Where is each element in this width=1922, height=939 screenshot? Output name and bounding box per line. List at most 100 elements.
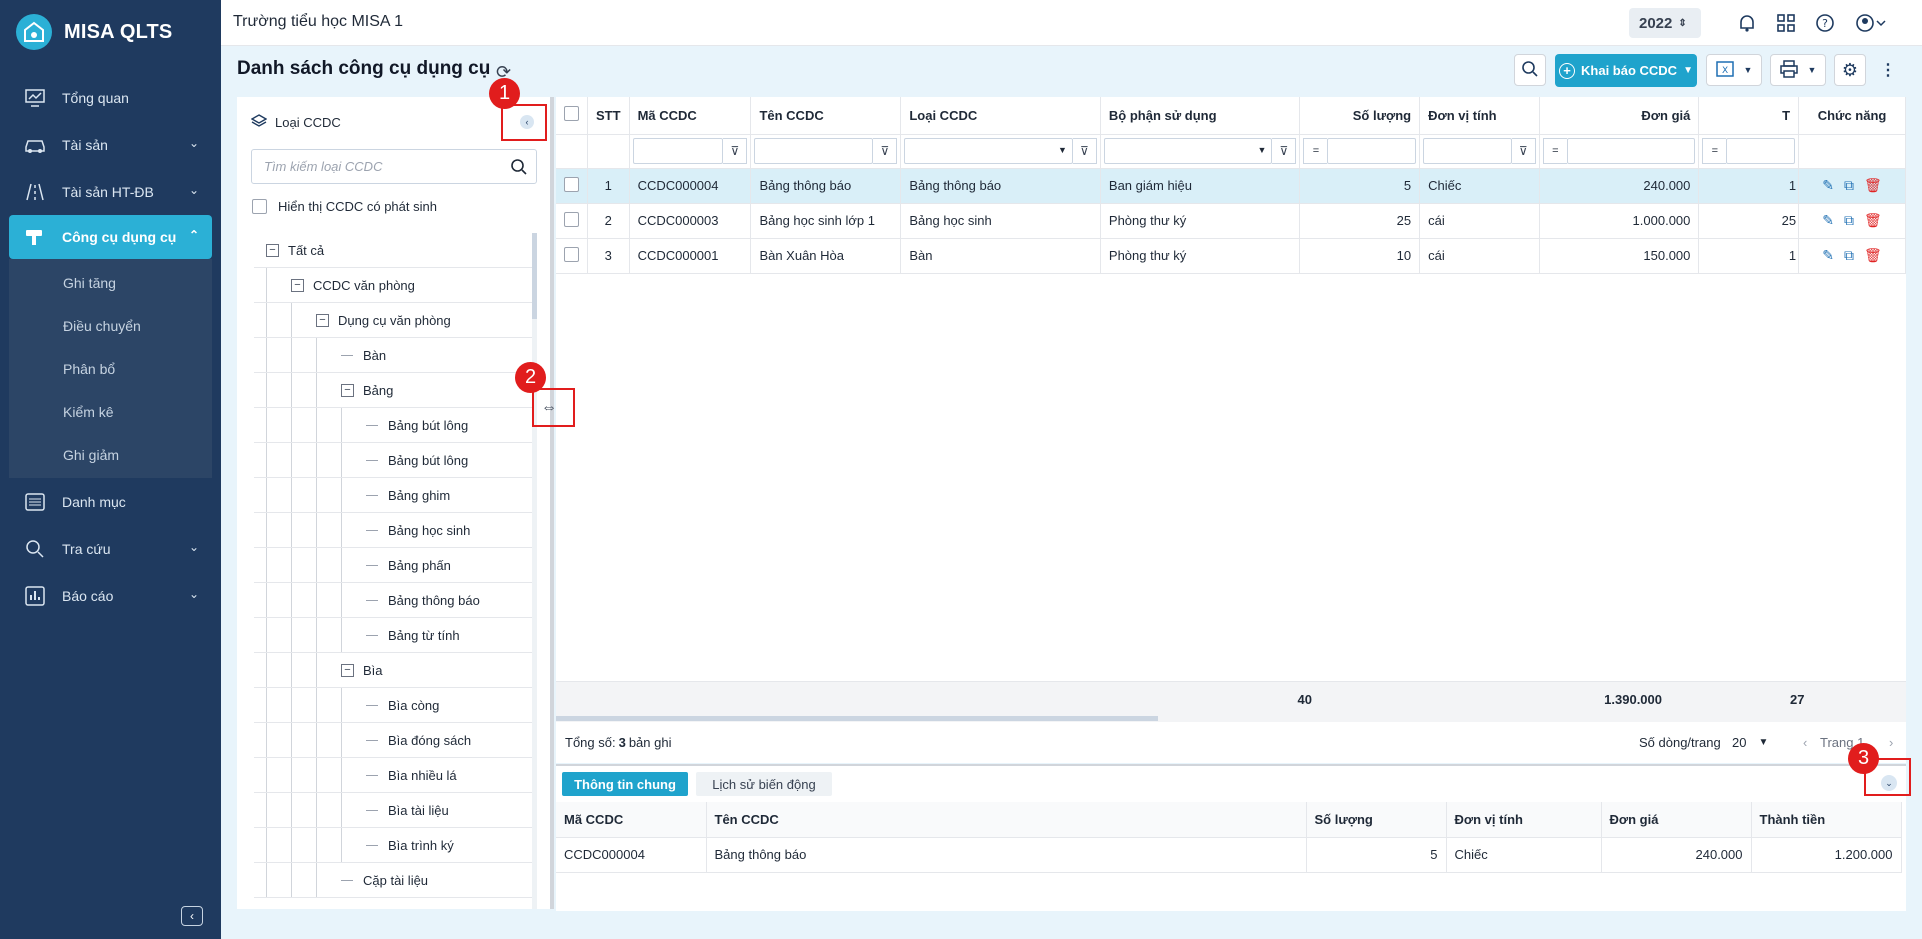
col-header-total[interactable]: T [1698,97,1800,135]
more-options-button[interactable]: ⋮ [1874,54,1902,86]
col-header-price[interactable]: Đơn giá [1539,97,1700,135]
collapse-toggle-icon[interactable]: − [291,278,304,292]
sidebar-item-tools[interactable]: Công cụ dụng cụ ⌃ [9,215,212,259]
copy-icon[interactable]: ⧉ [1844,247,1854,264]
checkbox[interactable] [252,199,267,214]
tree-node[interactable]: Bìa tài liệu [254,793,532,828]
submenu-item-inventory[interactable]: Kiểm kê [9,390,212,433]
edit-icon[interactable]: ✎ [1822,247,1834,264]
filter-unit-input[interactable] [1423,138,1512,164]
submenu-item-decrease[interactable]: Ghi giảm [9,433,212,476]
show-arising-checkbox[interactable]: Hiển thị CCDC có phát sinh [252,199,437,214]
tree-node[interactable]: − Dụng cụ văn phòng [254,303,532,338]
tree-node[interactable]: Cặp tài liệu [254,863,532,898]
tree-node[interactable]: − Bảng [254,373,532,408]
delete-icon[interactable]: 🗑 [1864,212,1882,229]
filter-total-input[interactable] [1726,138,1796,164]
scroll-thumb[interactable] [532,233,537,319]
row-checkbox-cell[interactable] [556,203,588,239]
cell-actions[interactable]: ✎ ⧉ 🗑 [1798,168,1906,204]
tree-node[interactable]: Bìa nhiều lá [254,758,532,793]
filter-icon[interactable]: ⊽ [723,138,748,164]
tree-node[interactable]: Bảng từ tính [254,618,532,653]
search-icon[interactable] [510,158,528,179]
row-checkbox[interactable] [564,246,579,262]
col-header-dept[interactable]: Bộ phận sử dụng [1100,97,1301,135]
sidebar-item-reports[interactable]: Báo cáo ⌄ [0,572,221,619]
help-icon[interactable]: ? [1813,11,1837,35]
prev-page-icon[interactable]: ‹ [1803,735,1807,750]
rows-per-page-select[interactable]: 20 ▼ [1732,735,1768,750]
col-header-name[interactable]: Tên CCDC [750,97,902,135]
tree-node[interactable]: − CCDC văn phòng [254,268,532,303]
tree-node[interactable]: Bìa còng [254,688,532,723]
search-button[interactable] [1514,54,1546,86]
tree-node[interactable]: Bảng học sinh [254,513,532,548]
select-all-checkbox[interactable] [564,106,579,122]
brand[interactable]: MISA QLTS [0,0,221,64]
col-header-type[interactable]: Loại CCDC [900,97,1101,135]
collapse-toggle-icon[interactable]: − [266,243,279,257]
tree-node[interactable]: Bìa đóng sách [254,723,532,758]
tree-node[interactable]: Bìa trình ký [254,828,532,863]
sidebar-item-infrastructure[interactable]: Tài sản HT-ĐB ⌄ [0,168,221,215]
sidebar-item-assets[interactable]: Tài sản ⌄ [0,121,221,168]
next-page-icon[interactable]: › [1889,735,1893,750]
filter-icon[interactable]: ⊽ [1072,138,1097,164]
col-header-unit[interactable]: Đơn vị tính [1419,97,1540,135]
filter-type-select[interactable]: ▼ [904,138,1073,164]
filter-icon[interactable]: ⊽ [1272,138,1297,164]
sidebar-item-overview[interactable]: Tổng quan [0,74,221,121]
sidebar-item-catalog[interactable]: Danh mục [0,478,221,525]
tree-node[interactable]: − Tất cả [254,233,532,268]
settings-button[interactable]: ⚙ [1834,54,1866,86]
filter-code-input[interactable] [632,138,724,164]
tab-general-info[interactable]: Thông tin chung [562,772,688,796]
filter-operator[interactable]: = [1702,138,1727,164]
table-row[interactable]: 1 CCDC000004 Bảng thông báo Bảng thông báo B… [556,168,1906,204]
cell-actions[interactable]: ✎ ⧉ 🗑 [1798,238,1906,274]
sidebar-item-lookup[interactable]: Tra cứu ⌄ [0,525,221,572]
tab-change-history[interactable]: Lịch sử biến động [696,772,832,796]
row-checkbox[interactable] [564,211,579,227]
print-button[interactable]: ▼ [1770,54,1826,86]
row-checkbox-cell[interactable] [556,238,588,274]
filter-operator[interactable]: = [1542,138,1567,164]
submenu-item-transfer[interactable]: Điều chuyển [9,304,212,347]
panel-splitter[interactable] [550,97,554,909]
filter-name-input[interactable] [754,138,874,164]
select-all-cell[interactable] [556,97,588,135]
collapse-toggle-icon[interactable]: − [341,383,354,397]
filter-dept-select[interactable]: ▼ [1103,138,1273,164]
year-select[interactable]: 2022 ⇕ [1629,8,1701,38]
col-header-stt[interactable]: STT [587,97,630,135]
excel-export-button[interactable]: X ▼ [1706,54,1762,86]
filter-icon[interactable]: ⊽ [1511,138,1536,164]
apps-grid-icon[interactable] [1774,11,1798,35]
tree-node[interactable]: − Bìa [254,653,532,688]
filter-icon[interactable]: ⊽ [873,138,898,164]
filter-price-input[interactable] [1566,138,1696,164]
row-checkbox[interactable] [564,176,579,192]
table-row[interactable]: 2 CCDC000003 Bảng học sinh lớp 1 Bảng học s… [556,203,1906,239]
submenu-item-increase[interactable]: Ghi tăng [9,261,212,304]
collapse-toggle-icon[interactable]: − [316,313,329,327]
user-menu-icon[interactable] [1854,11,1888,35]
tree-scrollbar[interactable] [532,233,537,909]
tree-node[interactable]: Bảng ghim [254,478,532,513]
edit-icon[interactable]: ✎ [1822,212,1834,229]
sidebar-collapse-button[interactable]: ‹ [181,906,203,926]
tree-node[interactable]: Bàn [254,338,532,373]
collapse-toggle-icon[interactable]: − [341,663,354,677]
add-ccdc-button[interactable]: + Khai báo CCDC ▼ [1555,54,1697,87]
detail-row[interactable]: CCDC000004 Bảng thông báo 5 Chiếc 240.00… [556,837,1902,873]
tree-node[interactable]: Bảng thông báo [254,583,532,618]
tree-node[interactable]: Bảng phấn [254,548,532,583]
col-header-qty[interactable]: Số lượng [1299,97,1421,135]
table-row[interactable]: 3 CCDC000001 Bàn Xuân Hòa Bàn Phòng thư ký 10… [556,238,1906,274]
scroll-thumb[interactable] [556,716,1158,721]
edit-icon[interactable]: ✎ [1822,177,1834,194]
copy-icon[interactable]: ⧉ [1844,212,1854,229]
delete-icon[interactable]: 🗑 [1864,247,1882,264]
tree-search-input[interactable]: Tìm kiếm loại CCDC [251,149,537,184]
